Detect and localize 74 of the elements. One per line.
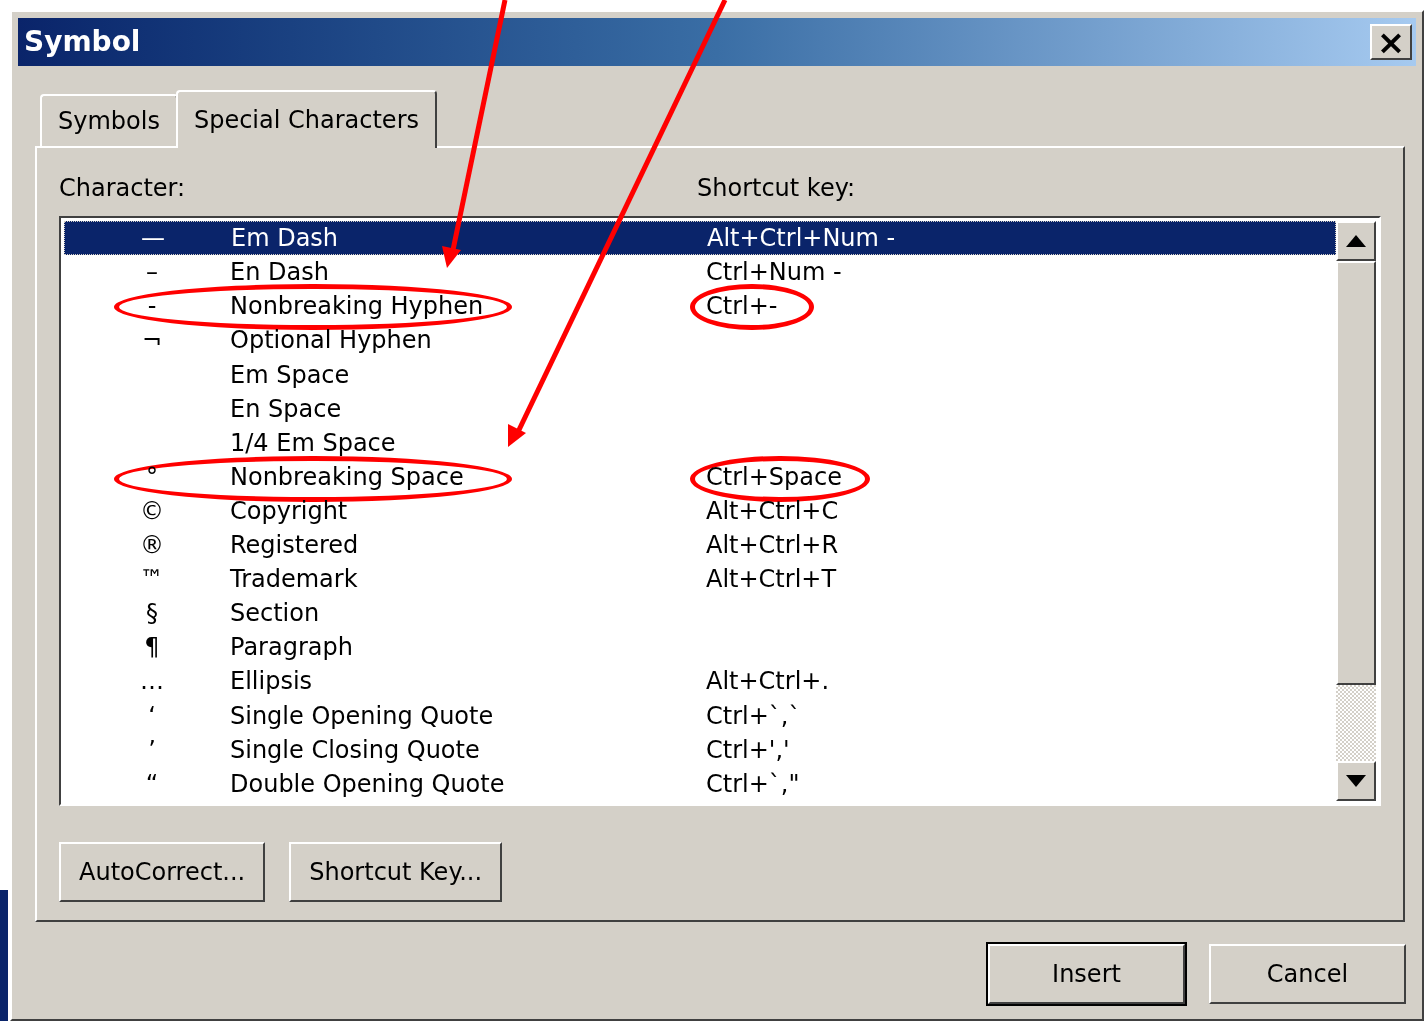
character-glyph: § <box>145 601 159 626</box>
up-arrow-icon <box>1346 235 1366 247</box>
list-row[interactable]: - Nonbreaking Hyphen Ctrl+- <box>64 289 1336 324</box>
character-name: Single Opening Quote <box>230 701 494 730</box>
scroll-thumb[interactable] <box>1336 261 1376 685</box>
character-name: En Dash <box>230 258 329 287</box>
list-row[interactable]: 1/4 Em Space <box>64 425 1336 460</box>
list-row[interactable]: ™ Trademark Alt+Ctrl+T <box>64 562 1336 597</box>
tab[interactable]: Symbols <box>40 94 178 146</box>
list-row[interactable]: – En Dash Ctrl+Num - <box>64 255 1336 290</box>
character-glyph: “ <box>144 771 160 796</box>
character-glyph: ® <box>139 533 165 558</box>
character-name: Double Opening Quote <box>230 769 505 798</box>
list-row[interactable]: … Ellipsis Alt+Ctrl+. <box>64 664 1336 699</box>
shortcut-text: Ctrl+Num - <box>706 260 842 285</box>
list-row[interactable]: En Space <box>64 391 1336 426</box>
list-row[interactable]: § Section <box>64 596 1336 631</box>
character-glyph: … <box>139 669 165 694</box>
list-row[interactable]: — Em Dash Alt+Ctrl+Num - <box>64 221 1336 256</box>
shortcut-text: Alt+Ctrl+C <box>706 498 839 523</box>
shortcut-text: Alt+Ctrl+Num - <box>707 226 896 251</box>
column-label: Character: <box>59 173 187 204</box>
list-row[interactable]: © Copyright Alt+Ctrl+C <box>64 493 1336 528</box>
character-glyph: - <box>146 294 158 319</box>
list-row[interactable]: ¶ Paragraph <box>64 630 1336 665</box>
list-row[interactable]: “ Double Opening Quote Ctrl+`," <box>64 766 1336 801</box>
character-glyph: – <box>145 260 159 285</box>
character-glyph: ™ <box>139 567 165 592</box>
character-name: Em Dash <box>231 224 339 253</box>
column-label: Shortcut key: <box>697 173 856 204</box>
character-name: Em Space <box>230 360 350 389</box>
character-name: Section <box>230 599 320 628</box>
shortcut-text: Ctrl+',' <box>706 737 790 762</box>
character-name: Nonbreaking Hyphen <box>230 292 484 321</box>
shortcut-text: Alt+Ctrl+. <box>706 669 830 694</box>
character-glyph: ’ <box>147 737 157 762</box>
character-glyph: ¶ <box>143 635 161 660</box>
shortcut-text: Alt+Ctrl+T <box>706 567 837 592</box>
character-name: Nonbreaking Space <box>230 462 464 491</box>
list-row[interactable]: ‘ Single Opening Quote Ctrl+`,` <box>64 698 1336 733</box>
dialog-button[interactable]: Shortcut Key... <box>289 842 503 902</box>
list-row[interactable]: ® Registered Alt+Ctrl+R <box>64 528 1336 563</box>
scroll-down-button[interactable] <box>1336 761 1376 801</box>
character-name: Registered <box>230 531 359 560</box>
character-glyph: ° <box>145 464 159 489</box>
character-name: Ellipsis <box>230 667 313 696</box>
character-name: 1/4 Em Space <box>230 428 396 457</box>
character-name: Trademark <box>230 565 358 594</box>
character-name: Copyright <box>230 496 348 525</box>
shortcut-text: Ctrl+`,` <box>706 703 801 728</box>
list-row[interactable]: ° Nonbreaking Space Ctrl+Space <box>64 459 1336 494</box>
character-glyph: ¬ <box>140 328 164 353</box>
shortcut-text: Ctrl+`," <box>706 771 800 796</box>
character-glyph: — <box>140 226 166 251</box>
dialog-button[interactable]: AutoCorrect... <box>59 842 266 902</box>
shortcut-text: Alt+Ctrl+R <box>706 533 839 558</box>
scroll-up-button[interactable] <box>1336 221 1376 261</box>
character-glyph: © <box>139 498 165 523</box>
shortcut-text: Ctrl+Space <box>706 464 842 489</box>
down-arrow-icon <box>1346 775 1366 787</box>
character-name: Single Closing Quote <box>230 735 480 764</box>
close-button[interactable]: × <box>1370 24 1412 60</box>
dialog-button[interactable]: Insert <box>988 944 1185 1004</box>
dialog-button[interactable]: Cancel <box>1209 944 1406 1004</box>
character-name: Paragraph <box>230 633 353 662</box>
list-row[interactable]: ’ Single Closing Quote Ctrl+',' <box>64 732 1336 767</box>
tab[interactable]: Special Characters <box>175 90 437 148</box>
window-title: Symbol <box>24 24 141 60</box>
character-name: En Space <box>230 394 342 423</box>
character-name: Optional Hyphen <box>230 326 432 355</box>
list-row[interactable]: Em Space <box>64 357 1336 392</box>
character-glyph: ‘ <box>147 703 157 728</box>
shortcut-text: Ctrl+- <box>706 294 778 319</box>
list-row[interactable]: ¬ Optional Hyphen <box>64 323 1336 358</box>
